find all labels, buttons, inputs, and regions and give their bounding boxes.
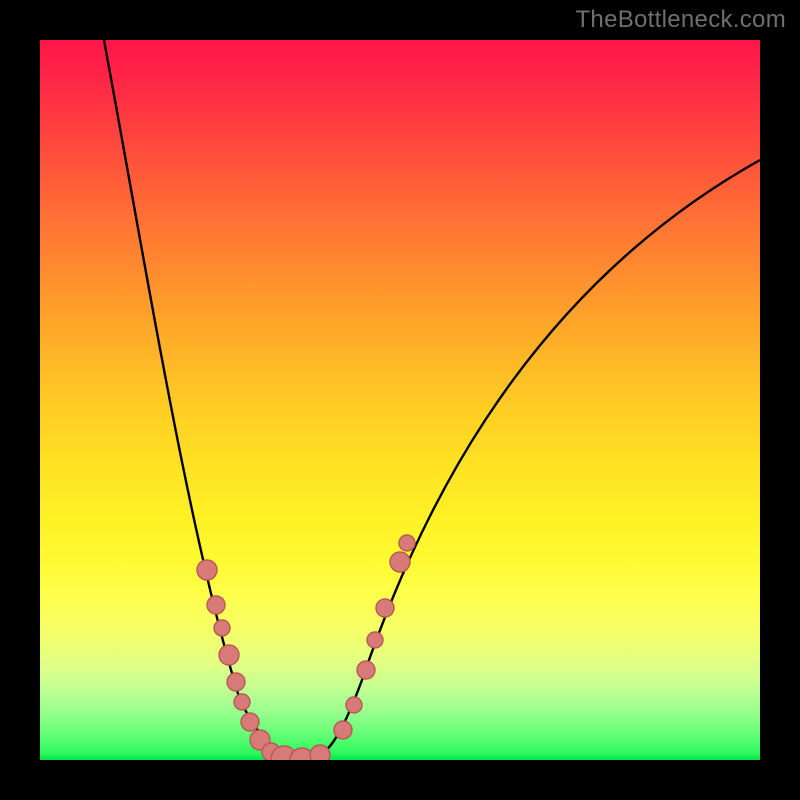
data-markers (197, 535, 415, 760)
data-point (227, 673, 245, 691)
bottleneck-curve (104, 40, 760, 760)
data-point (234, 694, 250, 710)
watermark-text: TheBottleneck.com (575, 6, 786, 34)
data-point (367, 632, 383, 648)
data-point (207, 596, 225, 614)
data-point (357, 661, 375, 679)
data-point (334, 721, 352, 739)
data-point (376, 599, 394, 617)
data-point (310, 745, 330, 760)
data-point (346, 697, 362, 713)
curve-layer (40, 40, 760, 760)
data-point (219, 645, 239, 665)
data-point (197, 560, 217, 580)
chart-frame: TheBottleneck.com (0, 0, 800, 800)
data-point (390, 552, 410, 572)
data-point (241, 713, 259, 731)
plot-area (40, 40, 760, 760)
data-point (399, 535, 415, 551)
data-point (214, 620, 230, 636)
